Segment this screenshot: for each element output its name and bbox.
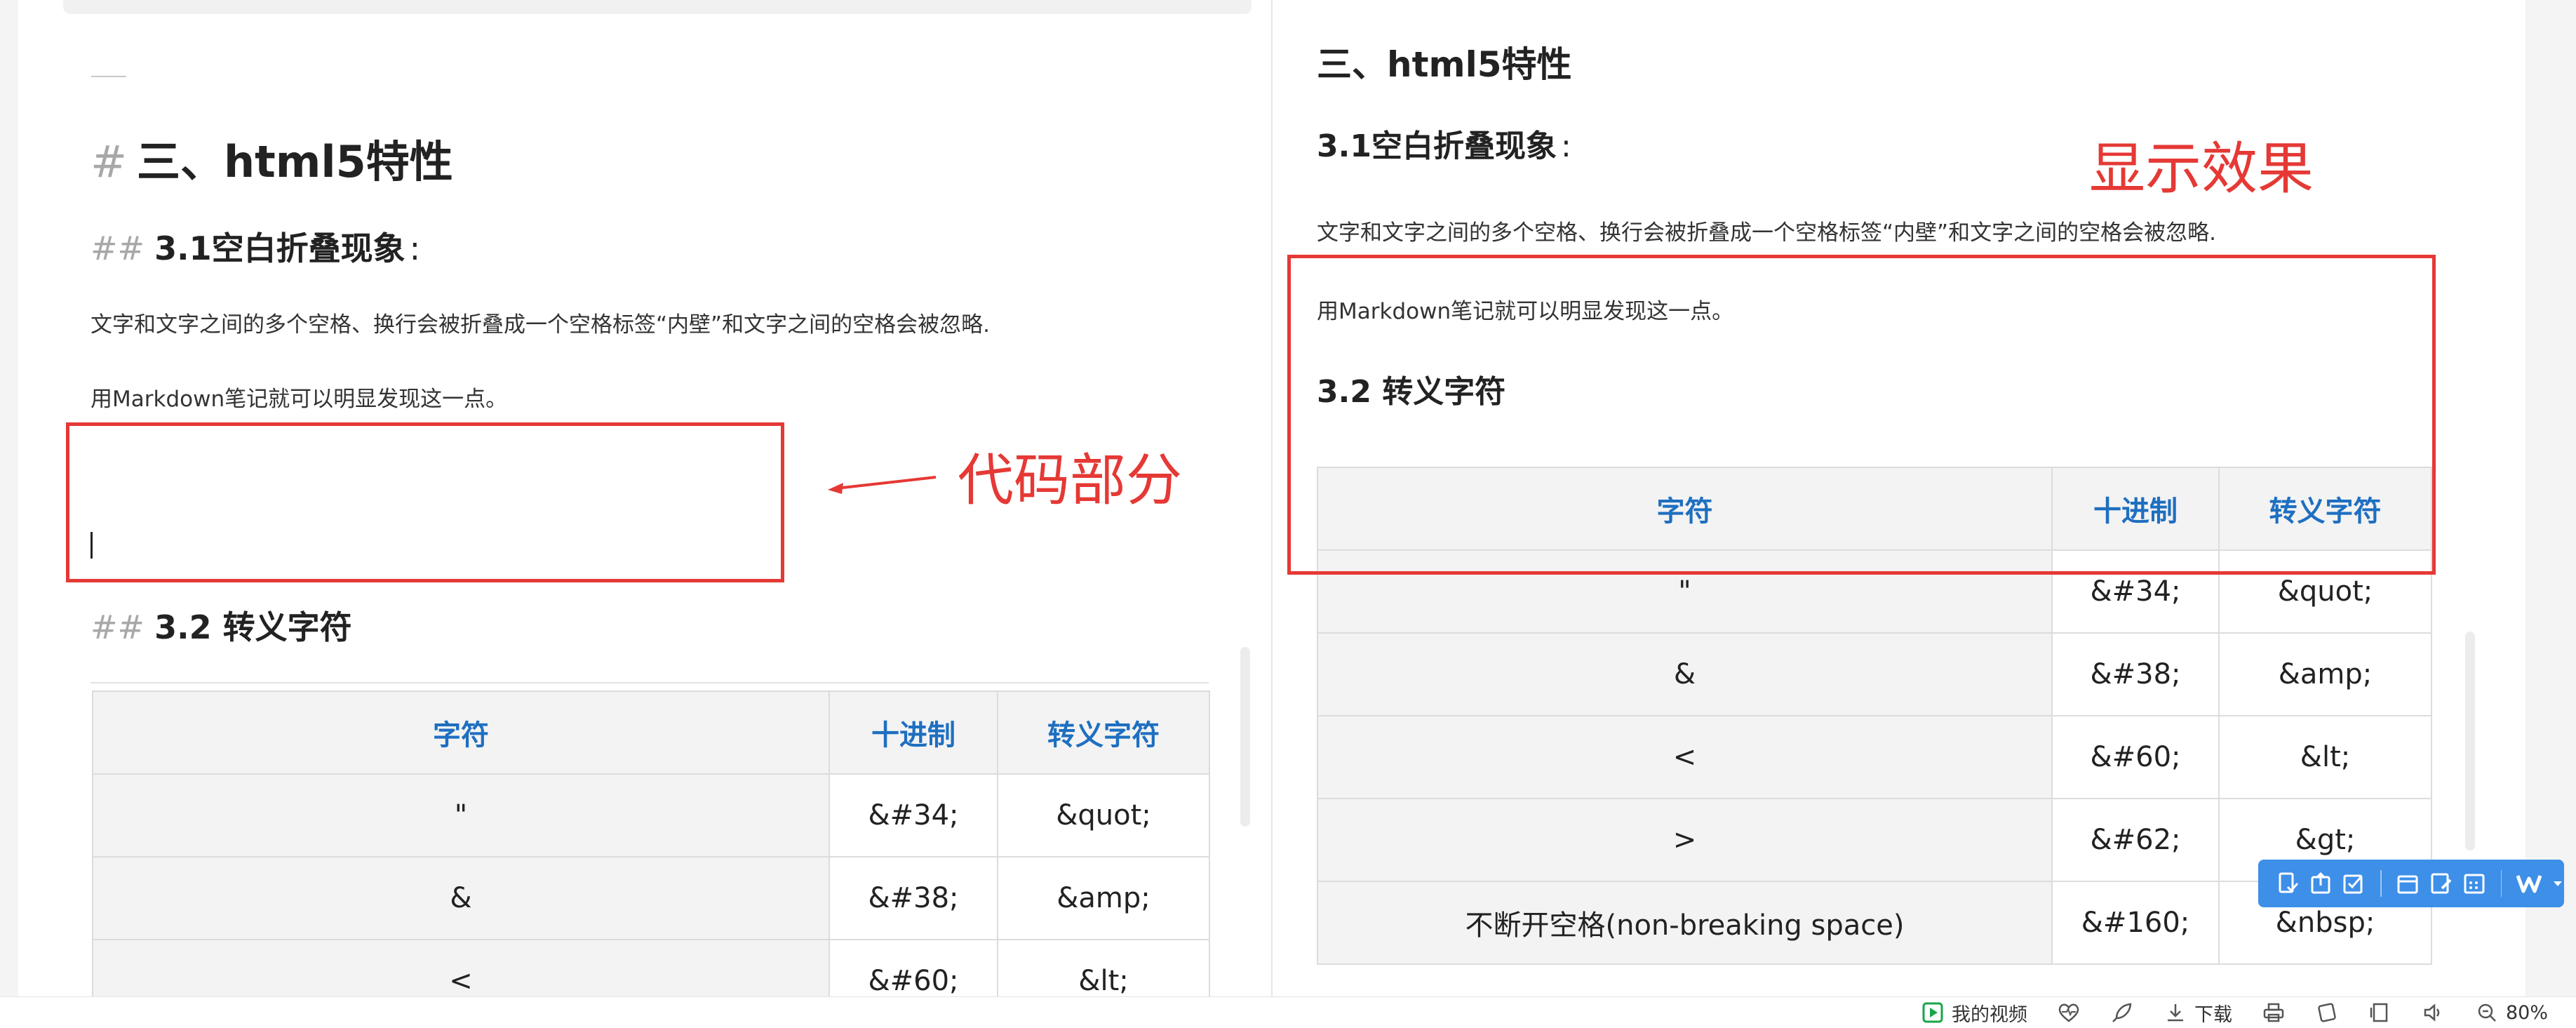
toolbar-divider [2380,870,2382,897]
editor-heading-1: # 三、html5特性 [90,126,453,189]
zoom-level: 80% [2505,1001,2548,1024]
single-page-view-icon[interactable] [2368,1001,2392,1024]
zoom-control[interactable]: 80% [2475,1001,2548,1024]
code-highlight-box [66,422,784,582]
zoom-out-icon[interactable] [2475,1001,2499,1024]
heart-pulse-icon[interactable] [2057,1001,2081,1024]
download-button[interactable]: 下载 [2164,999,2232,1027]
table-row: & &#38; &amp; [92,856,1210,940]
editor-paragraph-1: 文字和文字之间的多个空格、换行会被折叠成一个空格标签“内壁”和文字之间的空格会被… [90,312,990,338]
table-row: & &#38; &amp; [1317,632,2432,716]
editor-scrollbar[interactable] [1240,647,1250,827]
heading-colon: : [1560,128,1571,164]
left-gutter [0,0,18,996]
status-bar: 我的视频 下载 80% [0,996,2576,1028]
caret-down-icon[interactable] [2551,870,2564,897]
read-aloud-icon[interactable] [2422,1001,2446,1024]
toolbar-divider [2500,870,2502,897]
wps-logo-icon[interactable] [2516,870,2542,897]
table-row: < &#60; &lt; [92,939,1210,996]
play-video-icon [1921,1001,1945,1024]
print-icon[interactable] [2262,1001,2286,1024]
rocket-icon[interactable] [2110,1001,2134,1024]
table-header-char: 字符 [92,690,830,775]
heading-text: 3.1空白折叠现象 [154,229,405,267]
table-row: < &#60; &lt; [1317,715,2432,799]
download-icon [2164,1001,2187,1024]
my-video-label: 我的视频 [1951,1003,2027,1026]
preview-heading-2-whitespace: 3.1空白折叠现象: [1317,121,1571,166]
heading-hash-marker: ## [90,608,145,646]
doc-edit-icon[interactable] [2429,870,2453,897]
heading-hash-marker: ## [90,229,145,267]
table-row: " &#34; &quot; [92,773,1210,857]
heading-text: 3.1空白折叠现象 [1317,128,1557,164]
schedule-icon[interactable] [2462,870,2486,897]
horizontal-rule-marker [91,76,126,77]
preview-scrollbar[interactable] [2465,632,2475,850]
preview-heading-1: 三、html5特性 [1317,44,1572,85]
page-flip-icon[interactable] [2315,1001,2339,1024]
editor-heading-2-whitespace: ## 3.1空白折叠现象: [90,223,420,269]
doc-upload-icon[interactable] [2308,870,2333,897]
display-effect-label: 显示效果 [2089,136,2314,201]
heading-text: 3.2 转义字符 [154,608,352,646]
display-highlight-box [1287,255,2436,575]
heading-text: 三、html5特性 [136,136,453,187]
code-part-label: 代码部分 [958,448,1182,513]
editor-entity-table: 字符 十进制 转义字符 " &#34; &quot; & &#38; &amp;… [92,690,1210,996]
floating-toolbar [2258,860,2564,907]
editor-heading-2-escape: ## 3.2 转义字符 [90,602,352,648]
annotation-arrow [828,476,937,494]
table-header-entity: 转义字符 [997,690,1210,775]
editor-paragraph-2: 用Markdown笔记就可以明显发现这一点。 [90,387,508,412]
doc-check-icon[interactable] [2275,870,2300,897]
heading-hash-marker: # [90,136,127,187]
preview-paragraph-1: 文字和文字之间的多个空格、换行会被折叠成一个空格标签“内壁”和文字之间的空格会被… [1317,220,2216,246]
right-gutter [2525,0,2576,996]
calendar-icon[interactable] [2396,870,2420,897]
editor-table-topline [90,682,1209,683]
download-label: 下载 [2194,1003,2232,1026]
table-header-decimal: 十进制 [829,690,998,775]
heading-colon: : [409,229,421,267]
checkbox-icon[interactable] [2342,870,2366,897]
my-video-button[interactable]: 我的视频 [1921,999,2027,1027]
